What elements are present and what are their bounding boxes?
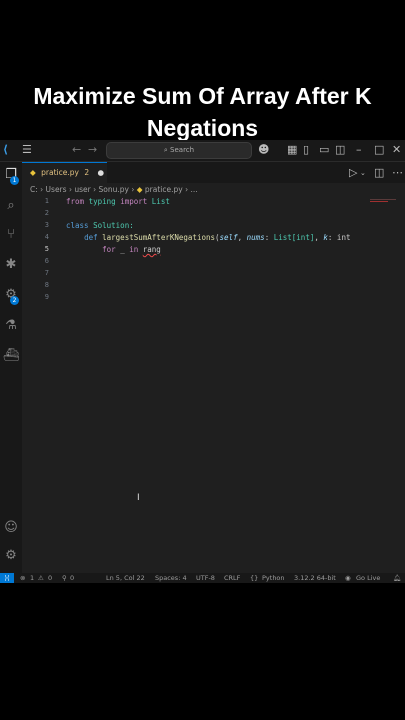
code-editor[interactable]: 1 2 3 4 5 6 7 8 9 from typing import Lis… [22, 197, 405, 569]
status-bar: ⟩⟨ ⊗ 1 ⚠ 0 ⚲ 0 Ln 5, Col 22 Spaces: 4 UT… [0, 573, 405, 583]
code-line-3: class Solution: [66, 221, 134, 230]
token-k-type: : int [327, 233, 351, 242]
maximize-icon[interactable]: □ [374, 143, 384, 157]
cursor-position[interactable]: Ln 5, Col 22 [106, 573, 145, 583]
token-for: for [102, 245, 116, 254]
token-list-type: List [273, 233, 292, 242]
indentation[interactable]: Spaces: 4 [155, 573, 187, 583]
language-braces-icon: {} [250, 574, 259, 582]
docker-icon[interactable]: ⛴ [2, 347, 20, 365]
breadcrumb-drive[interactable]: C: [30, 185, 38, 194]
code-line-1: from typing import List [66, 197, 170, 206]
vscode-window: ⟨ ☰ ← → ⌕ Search ☻ ▦ ▯ ▭ ◫ – □ ✕ ❐ 1 ⌕ ⑂… [0, 140, 405, 583]
line-ending[interactable]: CRLF [224, 573, 240, 583]
tab-problem-count: 2 [84, 168, 90, 177]
line-number: 3 [44, 221, 49, 229]
line-number: 7 [44, 269, 49, 277]
token-in: in [129, 245, 139, 254]
breadcrumb-file[interactable]: pratice.py [145, 185, 183, 194]
breadcrumb: C: › Users › user › Sonu.py › ◆ pratice.… [30, 185, 198, 194]
toggle-secondary-sidebar-icon[interactable]: ◫ [335, 143, 345, 157]
code-line-4: def largestSumAfterKNegations(self, nums… [66, 233, 350, 242]
token-import: import [120, 197, 148, 206]
split-editor-icon[interactable]: ◫ [374, 166, 384, 180]
line-number: 4 [44, 233, 49, 241]
extensions-badge: 2 [10, 296, 19, 305]
token-int: [int] [291, 233, 315, 242]
accounts-icon[interactable]: ☺ [2, 519, 20, 537]
menu-icon[interactable]: ☰ [22, 143, 32, 157]
manage-gear-icon[interactable]: ⚙ [2, 547, 20, 565]
token-underscore: _ [120, 245, 125, 254]
warning-count[interactable]: 0 [48, 573, 52, 583]
text-cursor-icon: I [137, 493, 140, 503]
breadcrumb-python-icon: ◆ [136, 185, 143, 194]
line-number: 1 [44, 197, 49, 205]
activity-bar: ❐ 1 ⌕ ⑂ ✱ ⚙ 2 ⚗ ⛴ ☺ ⚙ [0, 162, 22, 583]
search-label: Search [170, 146, 195, 154]
close-icon[interactable]: ✕ [392, 143, 401, 157]
breadcrumb-more[interactable]: ... [190, 185, 197, 194]
line-number: 9 [44, 293, 49, 301]
minimize-icon[interactable]: – [356, 143, 362, 157]
breadcrumb-sonu[interactable]: Sonu.py [98, 185, 128, 194]
token-sep: : [264, 233, 274, 242]
notifications-icon[interactable]: 🔔︎ [393, 573, 401, 583]
title-bar: ⟨ ☰ ← → ⌕ Search ☻ ▦ ▯ ▭ ◫ – □ ✕ [0, 140, 405, 162]
layout-customize-icon[interactable]: ▦ [287, 143, 297, 157]
forward-arrow-icon[interactable]: → [88, 143, 97, 157]
code-line-5: for _ in rang [66, 245, 161, 254]
run-debug-icon[interactable]: ✱ [2, 256, 20, 274]
token-from: from [66, 197, 85, 206]
line-number: 6 [44, 257, 49, 265]
language-mode[interactable]: Python [262, 573, 285, 583]
tab-filename: pratice.py [41, 168, 79, 177]
minimap[interactable] [370, 197, 400, 203]
search-input[interactable]: ⌕ Search [106, 142, 252, 159]
token-funcname: largestSumAfterKNegations [102, 233, 216, 242]
go-live-icon: ◉ [345, 574, 351, 582]
token-classname: Solution: [93, 221, 134, 230]
token-list: List [151, 197, 170, 206]
token-class: class [66, 221, 89, 230]
port-icon[interactable]: ⚲ [62, 573, 67, 583]
python-file-icon: ◆ [30, 168, 36, 177]
unsaved-dot-icon[interactable]: ● [98, 168, 105, 177]
source-control-icon[interactable]: ⑂ [2, 226, 20, 244]
line-number: 2 [44, 209, 49, 217]
search-view-icon[interactable]: ⌕ [2, 197, 20, 215]
token-nums: nums [246, 233, 265, 242]
toggle-panel-icon[interactable]: ▭ [319, 143, 329, 157]
overlay-title: Maximize Sum Of Array After K Negations [33, 83, 372, 141]
python-interpreter[interactable]: 3.12.2 64-bit [294, 573, 336, 583]
token-rang: rang [142, 245, 161, 254]
back-arrow-icon[interactable]: ← [72, 143, 81, 157]
vscode-logo-icon: ⟨ [3, 143, 9, 156]
token-module: typing [88, 197, 116, 206]
encoding[interactable]: UTF-8 [196, 573, 215, 583]
line-number: 8 [44, 281, 49, 289]
tab-bar: ◆ pratice.py 2 ● ▷ ⌄ ◫ ⋯ [22, 162, 405, 184]
token-sep: , [237, 233, 247, 242]
go-live-button[interactable]: Go Live [356, 573, 380, 583]
more-actions-icon[interactable]: ⋯ [392, 166, 403, 180]
run-dropdown-icon[interactable]: ⌄ [360, 166, 366, 180]
token-def: def [84, 233, 98, 242]
breadcrumb-users[interactable]: Users [46, 185, 67, 194]
run-python-file-icon[interactable]: ▷ [349, 166, 357, 180]
breadcrumb-user[interactable]: user [74, 185, 90, 194]
copilot-icon[interactable]: ☻ [258, 143, 269, 157]
remote-indicator[interactable]: ⟩⟨ [0, 573, 14, 583]
port-count[interactable]: 0 [70, 573, 74, 583]
toggle-sidebar-icon[interactable]: ▯ [303, 143, 309, 157]
token-self: self [219, 233, 238, 242]
testing-icon[interactable]: ⚗ [2, 317, 20, 335]
warning-icon[interactable]: ⚠ [38, 573, 44, 583]
error-count[interactable]: 1 [30, 573, 34, 583]
error-icon[interactable]: ⊗ [20, 573, 25, 583]
line-number-active: 5 [44, 245, 49, 253]
tab-pratice-py[interactable]: ◆ pratice.py 2 ● [22, 162, 107, 184]
explorer-badge: 1 [10, 176, 19, 185]
